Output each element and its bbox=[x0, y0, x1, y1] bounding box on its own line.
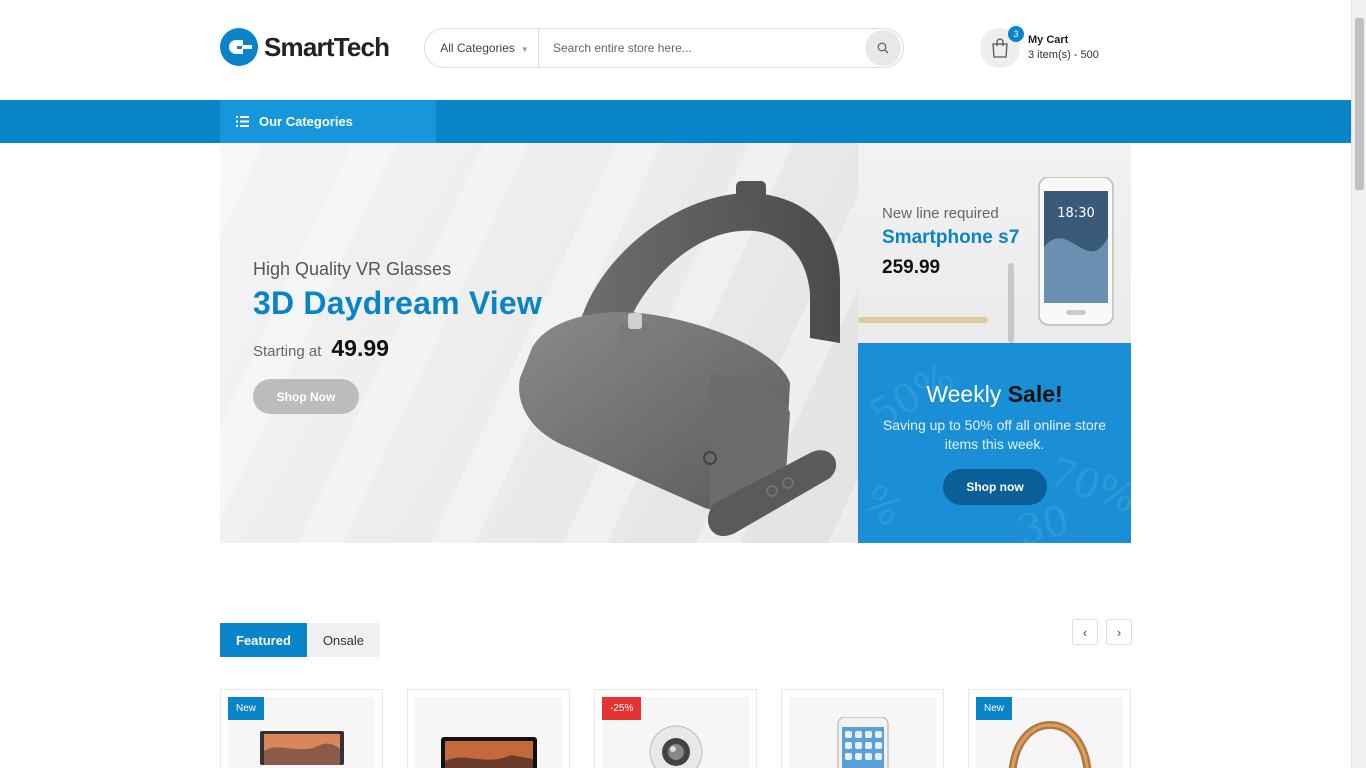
phone-promo-tagline: New line required bbox=[882, 205, 999, 222]
carousel-nav: ‹ › bbox=[1072, 619, 1132, 645]
cart-summary: 3 item(s) - 500 bbox=[1028, 49, 1099, 61]
cart-bag-button[interactable]: 3 bbox=[980, 26, 1024, 68]
headphones-image bbox=[1008, 721, 1091, 768]
weekly-sale-banner[interactable]: 50% 70% 30 % Weekly Sale! Saving up to 5… bbox=[858, 343, 1131, 543]
hero-price-prefix: Starting at bbox=[253, 343, 322, 360]
hero-shop-now-button[interactable]: Shop Now bbox=[253, 379, 359, 414]
tab-featured[interactable]: Featured bbox=[220, 623, 307, 657]
phone-promo-price: 259.99 bbox=[882, 257, 941, 278]
product-tabs: Featured Onsale bbox=[220, 623, 380, 657]
product-badge: New bbox=[976, 697, 1013, 720]
weekly-sale-title-light: Weekly bbox=[926, 381, 1002, 407]
site-header: SmartTech All Categories ▼ 3 My Cart 3 i… bbox=[0, 0, 1351, 100]
weekly-sale-title-bold: Sale! bbox=[1007, 381, 1063, 407]
product-card-tablet[interactable] bbox=[407, 689, 570, 768]
weekly-sale-description: Saving up to 50% off all online store it… bbox=[882, 417, 1107, 452]
product-image bbox=[789, 697, 936, 768]
product-image bbox=[415, 697, 562, 768]
360-camera-image bbox=[649, 725, 702, 768]
phone-promo-title: Smartphone s7 bbox=[882, 227, 1020, 248]
brand-name: SmartTech bbox=[264, 31, 390, 62]
search-input[interactable] bbox=[539, 29, 865, 67]
chevron-down-icon: ▼ bbox=[520, 45, 529, 54]
search-bar: All Categories ▼ bbox=[424, 28, 904, 68]
product-badge: New bbox=[228, 697, 265, 720]
smartphone-image bbox=[837, 717, 888, 768]
laptop-image bbox=[259, 731, 344, 765]
smartphone-promo-banner[interactable]: 18:30 New line required Smartphone s7 25… bbox=[858, 143, 1131, 343]
tab-onsale[interactable]: Onsale bbox=[306, 623, 380, 657]
product-card-headphones[interactable]: New bbox=[968, 689, 1131, 768]
tablet-image bbox=[440, 737, 537, 768]
weekly-sale-shop-now-button[interactable]: Shop now bbox=[943, 469, 1047, 505]
category-select[interactable]: All Categories ▼ bbox=[425, 29, 539, 67]
product-badge: -25% bbox=[602, 697, 642, 720]
product-card-camera[interactable]: -25% bbox=[594, 689, 757, 768]
hero-subtitle: High Quality VR Glasses bbox=[253, 259, 452, 279]
hero-price: 49.99 bbox=[331, 335, 389, 361]
plug-logo-icon bbox=[220, 28, 258, 66]
hero-title: 3D Daydream View bbox=[253, 285, 542, 321]
shopping-bag-icon bbox=[992, 38, 1008, 58]
scrollbar-thumb[interactable] bbox=[1355, 18, 1364, 190]
cart-count-badge: 3 bbox=[1008, 26, 1024, 42]
product-card-smartphone[interactable] bbox=[781, 689, 944, 768]
vr-headset-image bbox=[519, 181, 840, 536]
category-select-label: All Categories bbox=[440, 41, 515, 55]
page-scrollbar[interactable] bbox=[1351, 0, 1366, 768]
svg-text:18:30: 18:30 bbox=[1057, 206, 1094, 221]
search-icon bbox=[877, 42, 889, 54]
categories-menu-label: Our Categories bbox=[259, 114, 353, 129]
chevron-right-icon[interactable]: › bbox=[1106, 619, 1132, 645]
weekly-sale-title: Weekly Sale! bbox=[858, 381, 1131, 408]
chevron-left-icon[interactable]: ‹ bbox=[1072, 619, 1098, 645]
cart-title: My Cart bbox=[1028, 34, 1069, 46]
mini-cart[interactable]: 3 My Cart 3 item(s) - 500 bbox=[980, 26, 1099, 68]
categories-menu-button[interactable]: Our Categories bbox=[220, 100, 436, 143]
hero-banner[interactable]: High Quality VR Glasses 3D Daydream View… bbox=[220, 143, 858, 543]
main-nav: Our Categories bbox=[0, 100, 1351, 143]
product-card-laptop[interactable]: New bbox=[220, 689, 383, 768]
smartphone-image: 18:30 bbox=[1038, 177, 1114, 326]
brand-logo[interactable]: SmartTech bbox=[220, 28, 390, 66]
search-button[interactable] bbox=[865, 30, 901, 66]
list-icon bbox=[236, 116, 249, 127]
